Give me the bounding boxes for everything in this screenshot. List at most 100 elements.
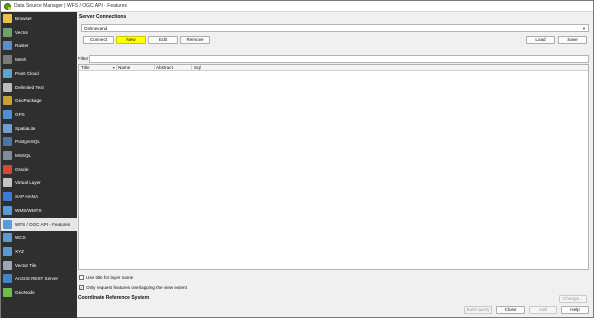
source-type-sidebar: Browser Vector Raster Mesh Point Cloud Delimi… [1, 12, 77, 318]
sap-hana-icon [3, 192, 12, 202]
sidebar-item-gps[interactable]: GPS [1, 108, 77, 121]
sidebar-item-label: WMS/WMTS [15, 207, 42, 213]
only-request-label: Only request features overlapping the vi… [86, 285, 187, 290]
geonode-icon [3, 288, 12, 297]
close-button[interactable]: Close [496, 306, 525, 314]
sidebar-item-label: XYZ [15, 248, 24, 254]
sidebar-item-label: Point Cloud [15, 70, 39, 76]
mssql-icon [3, 151, 12, 160]
delimited-text-icon [3, 82, 12, 92]
sidebar-item-wfs-ogc-api-features[interactable]: WFS / OGC API - Features [1, 217, 77, 231]
sidebar-item-arcgis-rest-server[interactable]: ArcGIS REST Server [1, 272, 77, 285]
sidebar-item-label: Raster [15, 43, 29, 49]
help-button[interactable]: Help [561, 306, 589, 314]
sidebar-item-point-cloud[interactable]: Point Cloud [1, 67, 77, 80]
xyz-icon [3, 246, 12, 256]
sidebar-item-geopackage[interactable]: GeoPackage [1, 94, 77, 107]
sidebar-item-label: GeoNode [15, 290, 35, 295]
connection-select[interactable]: Onlinevand ▼ [81, 24, 589, 32]
connect-button[interactable]: Connect [83, 36, 114, 44]
sidebar-item-label: SAP HANA [15, 194, 39, 200]
sidebar-item-label: MSSQL [15, 153, 32, 158]
title-bar: Data Source Manager | WFS / OGC API - Fe… [1, 1, 593, 12]
sidebar-item-label: PostgreSQL [15, 139, 41, 145]
add-button[interactable]: Add [529, 306, 557, 314]
sidebar-item-label: Mesh [15, 57, 27, 63]
column-divider [191, 65, 192, 71]
sidebar-item-label: Oracle [15, 166, 29, 172]
sidebar-item-label: Delimited Text [15, 84, 44, 90]
sidebar-item-label: Browser [15, 16, 32, 21]
filter-label: Filter [78, 56, 89, 61]
connection-select-value: Onlinevand [84, 26, 108, 31]
column-header-sql[interactable]: Sql [194, 65, 201, 71]
wms-wmts-icon [3, 205, 12, 215]
change-crs-button[interactable]: Change... [559, 295, 587, 303]
vector-icon [3, 27, 12, 37]
sidebar-item-delimited-text[interactable]: Delimited Text [1, 81, 77, 94]
build-query-button[interactable]: Build query [464, 306, 492, 314]
filter-input[interactable] [89, 55, 589, 63]
virtual-layer-icon [3, 178, 12, 188]
browser-icon [3, 14, 12, 23]
dialog-button-bar: Build query Close Add Help [77, 306, 593, 318]
crs-title: Coordinate Reference System [78, 295, 150, 301]
arcgis-rest-server-icon [3, 274, 12, 284]
sidebar-item-label: WFS / OGC API - Features [15, 221, 71, 227]
wfs-panel: Server Connections Onlinevand ▼ Connect … [77, 12, 593, 318]
column-divider [116, 65, 117, 71]
layer-table[interactable]: Title ▼ Name Abstract Sql [78, 64, 589, 270]
sidebar-item-label: WCS [15, 235, 26, 241]
sidebar-item-browser[interactable]: Browser [1, 12, 77, 25]
save-button[interactable]: Save [558, 36, 587, 44]
raster-icon [3, 41, 12, 51]
sidebar-item-mssql[interactable]: MSSQL [1, 149, 77, 162]
sidebar-item-label: Vector Tile [15, 262, 37, 268]
remove-button[interactable]: Remove [180, 36, 210, 44]
sidebar-item-mesh[interactable]: Mesh [1, 53, 77, 66]
column-header-name[interactable]: Name [118, 65, 130, 71]
mesh-icon [3, 55, 12, 65]
sidebar-item-label: GeoPackage [15, 98, 42, 104]
sidebar-item-postgresql[interactable]: PostgreSQL [1, 135, 77, 148]
sidebar-item-label: GPS [15, 111, 25, 117]
sidebar-item-spatialite[interactable]: SpatiaLite [1, 122, 77, 135]
window-title: Data Source Manager | WFS / OGC API - Fe… [14, 3, 128, 9]
point-cloud-icon [3, 68, 12, 78]
load-button[interactable]: Load [526, 36, 555, 44]
edit-button[interactable]: Edit [148, 36, 178, 44]
sidebar-item-wcs[interactable]: WCS [1, 231, 77, 244]
sidebar-item-label: Vector [15, 29, 29, 35]
sidebar-item-label: Virtual Layer [15, 180, 41, 186]
oracle-icon [3, 164, 12, 174]
sidebar-item-oracle[interactable]: Oracle [1, 163, 77, 176]
use-title-checkbox[interactable] [79, 275, 84, 280]
sidebar-item-vector-tile[interactable]: Vector Tile [1, 259, 77, 272]
only-request-checkbox[interactable]: ✓ [79, 285, 84, 290]
column-header-abstract[interactable]: Abstract [156, 65, 173, 71]
sidebar-item-xyz[interactable]: XYZ [1, 245, 77, 258]
postgresql-icon [3, 137, 12, 147]
server-connections-title: Server Connections [79, 14, 127, 20]
column-divider [154, 65, 155, 71]
sidebar-item-virtual-layer[interactable]: Virtual Layer [1, 176, 77, 189]
new-button[interactable]: New [116, 36, 146, 44]
vector-tile-icon [3, 260, 12, 270]
spatialite-icon [3, 123, 12, 133]
sidebar-item-sap-hana[interactable]: SAP HANA [1, 190, 77, 203]
data-source-manager-window: Data Source Manager | WFS / OGC API - Fe… [0, 0, 594, 318]
sidebar-item-vector[interactable]: Vector [1, 26, 77, 39]
sidebar-item-wms-wmts[interactable]: WMS/WMTS [1, 204, 77, 217]
wfs-icon [3, 219, 12, 229]
wcs-icon [3, 233, 12, 243]
chevron-down-icon: ▼ [582, 26, 586, 31]
sidebar-item-geonode[interactable]: GeoNode [1, 286, 77, 299]
sidebar-item-label: SpatiaLite [15, 125, 36, 131]
geopackage-icon [3, 96, 12, 106]
gps-icon [3, 109, 12, 119]
table-header: Title ▼ Name Abstract Sql [79, 65, 588, 71]
qgis-logo-icon [4, 3, 11, 10]
sidebar-item-label: ArcGIS REST Server [15, 276, 59, 282]
sidebar-item-raster[interactable]: Raster [1, 39, 77, 52]
column-header-title[interactable]: Title [81, 65, 90, 71]
